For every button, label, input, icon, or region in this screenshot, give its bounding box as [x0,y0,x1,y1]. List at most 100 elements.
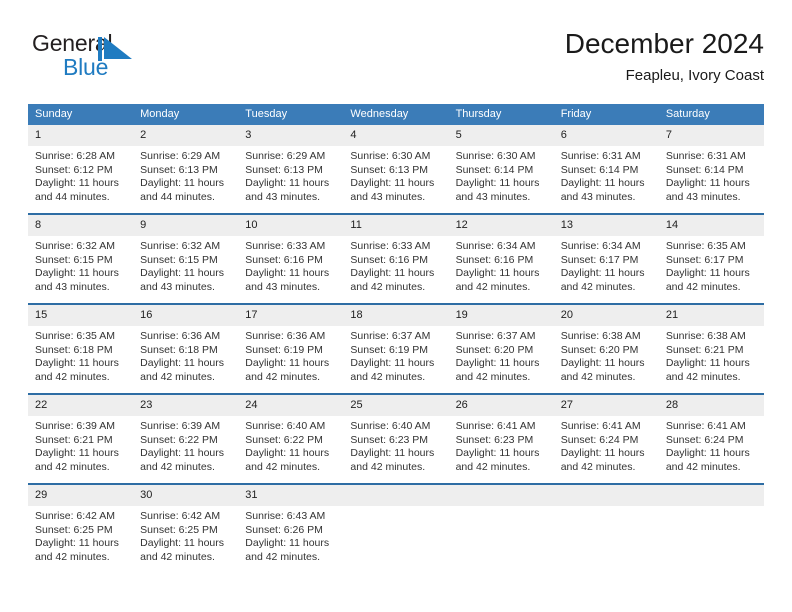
sunrise-text: Sunrise: 6:37 AM [350,330,431,342]
day-cell[interactable]: 23 Sunrise: 6:39 AM Sunset: 6:22 PM Dayligh… [133,393,239,484]
sunset-text: Sunset: 6:21 PM [35,433,113,446]
daylight-text-line1: Daylight: 11 hours [35,177,119,190]
day-details: Sunrise: 6:40 AM Sunset: 6:22 PM Daylight:… [238,416,343,474]
brand-logo[interactable]: General Blue [32,32,172,88]
daylight-text-line2: and 42 minutes. [35,460,110,473]
daylight-text-line1: Daylight: 11 hours [245,357,330,370]
daylight-text-line1: Daylight: 11 hours [140,267,224,280]
weekday-header-wednesday: Wednesday [343,104,449,125]
day-cell[interactable]: 5 Sunrise: 6:30 AM Sunset: 6:14 PM Daylight… [448,125,554,214]
day-cell[interactable]: 20 Sunrise: 6:38 AM Sunset: 6:20 PM Dayligh… [553,303,659,394]
daylight-text-line1: Daylight: 11 hours [455,447,540,460]
day-cell[interactable]: 31 Sunrise: 6:43 AM Sunset: 6:26 PM Dayligh… [238,483,344,573]
day-cell[interactable]: 7 Sunrise: 6:31 AM Sunset: 6:14 PM Daylight… [658,125,764,214]
day-cell[interactable]: 28 Sunrise: 6:41 AM Sunset: 6:24 PM Dayligh… [658,393,764,484]
day-details: Sunrise: 6:41 AM Sunset: 6:24 PM Daylight:… [554,416,659,474]
daylight-text-line1: Daylight: 11 hours [245,177,330,190]
day-details: Sunrise: 6:42 AM Sunset: 6:25 PM Daylight:… [28,506,133,564]
day-number: 1 [28,125,134,146]
day-number: 4 [343,125,449,146]
weekday-header-saturday: Saturday [658,104,764,125]
daylight-text-line2: and 42 minutes. [350,280,426,293]
day-cell[interactable]: 10 Sunrise: 6:33 AM Sunset: 6:16 PM Dayligh… [238,213,344,304]
daylight-text-line1: Daylight: 11 hours [350,357,435,370]
day-cell[interactable]: 14 Sunrise: 6:35 AM Sunset: 6:17 PM Dayligh… [658,213,764,304]
daylight-text-line1: Daylight: 11 hours [455,357,540,370]
daylight-text-line1: Daylight: 11 hours [455,267,540,280]
day-cell-empty [448,483,554,573]
day-cell[interactable]: 24 Sunrise: 6:40 AM Sunset: 6:22 PM Dayligh… [238,393,344,484]
daylight-text-line1: Daylight: 11 hours [560,267,645,280]
day-details: Sunrise: 6:41 AM Sunset: 6:24 PM Daylight:… [659,416,764,474]
day-cell[interactable]: 15 Sunrise: 6:35 AM Sunset: 6:18 PM Dayligh… [28,303,134,394]
day-number: 19 [448,305,554,326]
sunset-text: Sunset: 6:19 PM [245,343,323,356]
day-cell[interactable]: 19 Sunrise: 6:37 AM Sunset: 6:20 PM Dayligh… [448,303,554,394]
sunset-text: Sunset: 6:18 PM [35,343,113,356]
day-cell[interactable]: 22 Sunrise: 6:39 AM Sunset: 6:21 PM Dayligh… [28,393,134,484]
day-cell[interactable]: 18 Sunrise: 6:37 AM Sunset: 6:19 PM Dayligh… [343,303,449,394]
day-cell[interactable]: 25 Sunrise: 6:40 AM Sunset: 6:23 PM Dayligh… [343,393,449,484]
weekday-header-monday: Monday [133,104,239,125]
day-cell[interactable]: 12 Sunrise: 6:34 AM Sunset: 6:16 PM Dayligh… [448,213,554,304]
day-details: Sunrise: 6:30 AM Sunset: 6:14 PM Daylight:… [449,146,554,204]
day-cell[interactable]: 26 Sunrise: 6:41 AM Sunset: 6:23 PM Dayligh… [448,393,554,484]
title-block: December 2024 Feapleu, Ivory Coast [565,28,764,85]
sunrise-text: Sunrise: 6:37 AM [455,330,536,342]
sunset-text: Sunset: 6:13 PM [245,163,323,176]
daylight-text-line2: and 43 minutes. [245,190,320,203]
day-cell[interactable]: 6 Sunrise: 6:31 AM Sunset: 6:14 PM Daylight… [553,125,659,214]
sunset-text: Sunset: 6:14 PM [560,163,639,176]
sunset-text: Sunset: 6:17 PM [560,253,639,266]
week-row: 8 Sunrise: 6:32 AM Sunset: 6:15 PM Daylight… [28,213,764,304]
day-cell[interactable]: 8 Sunrise: 6:32 AM Sunset: 6:15 PM Daylight… [28,213,134,304]
day-cell[interactable]: 9 Sunrise: 6:32 AM Sunset: 6:15 PM Daylight… [133,213,239,304]
day-cell[interactable]: 17 Sunrise: 6:36 AM Sunset: 6:19 PM Dayligh… [238,303,344,394]
day-cell[interactable]: 30 Sunrise: 6:42 AM Sunset: 6:25 PM Dayligh… [133,483,239,573]
sunrise-text: Sunrise: 6:43 AM [245,510,326,522]
day-details [449,506,554,510]
day-number: 24 [238,395,344,416]
day-cell[interactable]: 21 Sunrise: 6:38 AM Sunset: 6:21 PM Dayligh… [658,303,764,394]
day-details: Sunrise: 6:40 AM Sunset: 6:23 PM Daylight:… [343,416,448,474]
day-details: Sunrise: 6:32 AM Sunset: 6:15 PM Daylight:… [133,236,238,294]
daylight-text-line2: and 43 minutes. [140,280,215,293]
day-cell[interactable]: 11 Sunrise: 6:33 AM Sunset: 6:16 PM Dayligh… [343,213,449,304]
day-cell[interactable]: 27 Sunrise: 6:41 AM Sunset: 6:24 PM Dayligh… [553,393,659,484]
daylight-text-line2: and 43 minutes. [455,190,531,203]
sunrise-text: Sunrise: 6:33 AM [350,240,431,252]
daylight-text-line2: and 43 minutes. [35,280,110,293]
sunrise-text: Sunrise: 6:31 AM [560,150,641,162]
daylight-text-line1: Daylight: 11 hours [665,447,750,460]
daylight-text-line1: Daylight: 11 hours [560,177,645,190]
week-row: 29 Sunrise: 6:42 AM Sunset: 6:25 PM Dayligh… [28,483,764,573]
triangle-flag-icon [98,37,132,61]
daylight-text-line1: Daylight: 11 hours [665,177,750,190]
day-number [553,485,659,506]
sunrise-text: Sunrise: 6:29 AM [140,150,221,162]
day-cell[interactable]: 2 Sunrise: 6:29 AM Sunset: 6:13 PM Daylight… [133,125,239,214]
day-number: 26 [448,395,554,416]
day-cell[interactable]: 4 Sunrise: 6:30 AM Sunset: 6:13 PM Daylight… [343,125,449,214]
day-number: 22 [28,395,134,416]
day-number: 15 [28,305,134,326]
day-number: 3 [238,125,344,146]
day-cell[interactable]: 3 Sunrise: 6:29 AM Sunset: 6:13 PM Daylight… [238,125,344,214]
sunrise-text: Sunrise: 6:40 AM [350,420,431,432]
sunset-text: Sunset: 6:26 PM [245,523,323,536]
day-details: Sunrise: 6:39 AM Sunset: 6:21 PM Daylight:… [28,416,133,474]
day-number: 30 [133,485,239,506]
sunrise-text: Sunrise: 6:39 AM [35,420,115,432]
day-details: Sunrise: 6:43 AM Sunset: 6:26 PM Daylight:… [238,506,343,564]
daylight-text-line1: Daylight: 11 hours [140,447,224,460]
sunrise-text: Sunrise: 6:30 AM [455,150,536,162]
sunrise-text: Sunrise: 6:42 AM [35,510,115,522]
sunset-text: Sunset: 6:21 PM [665,343,744,356]
daylight-text-line1: Daylight: 11 hours [245,447,330,460]
day-cell[interactable]: 1 Sunrise: 6:28 AM Sunset: 6:12 PM Daylight… [28,125,134,214]
day-cell[interactable]: 16 Sunrise: 6:36 AM Sunset: 6:18 PM Dayligh… [133,303,239,394]
day-cell[interactable]: 29 Sunrise: 6:42 AM Sunset: 6:25 PM Dayligh… [28,483,134,573]
sunset-text: Sunset: 6:17 PM [665,253,744,266]
daylight-text-line2: and 42 minutes. [350,460,426,473]
day-cell[interactable]: 13 Sunrise: 6:34 AM Sunset: 6:17 PM Dayligh… [553,213,659,304]
